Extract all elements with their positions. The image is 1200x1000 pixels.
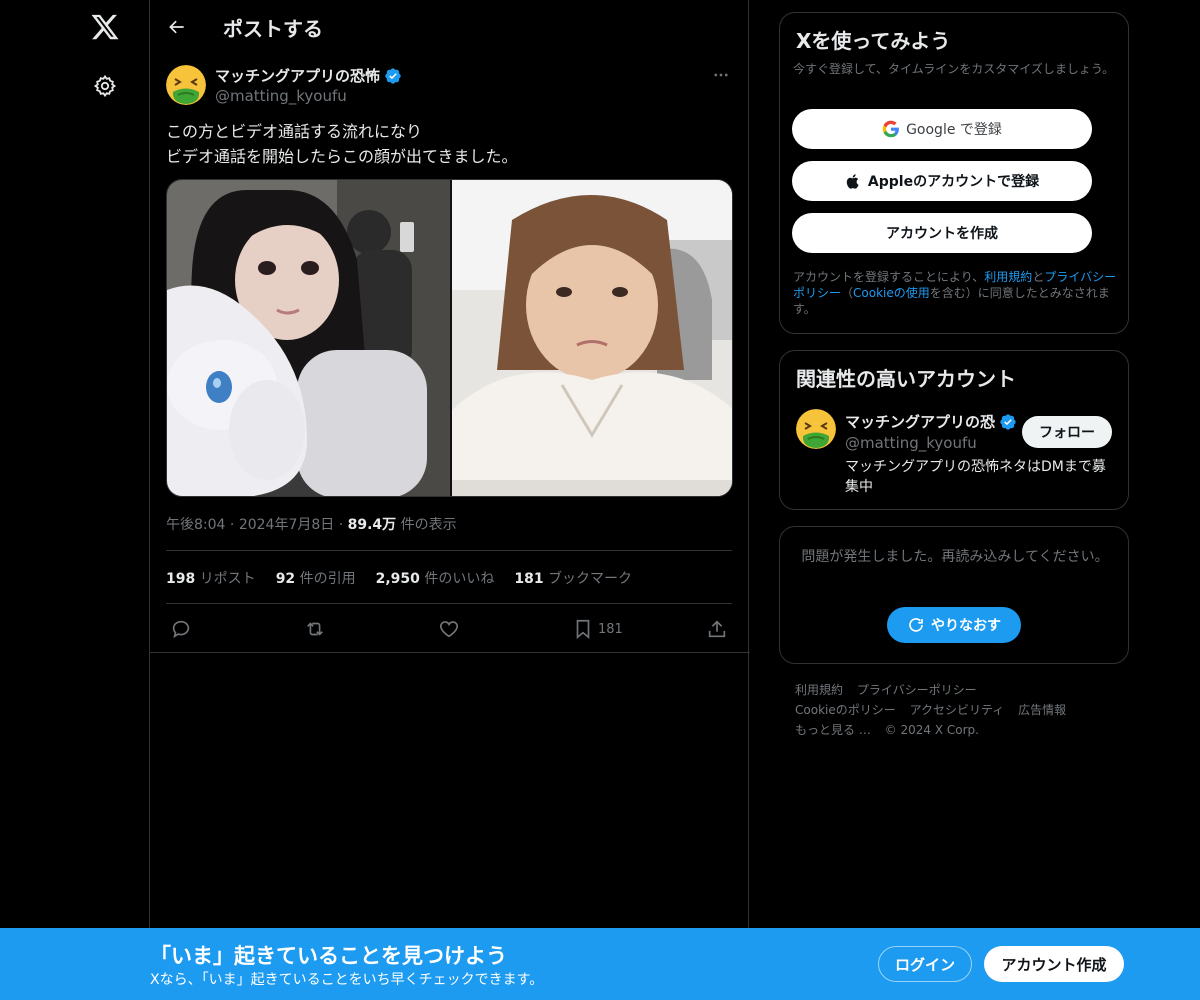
bookmark-count: 181 [598, 621, 623, 637]
retry-label: やりなおす [931, 618, 1001, 634]
google-signup-button[interactable]: Google で登録 [792, 109, 1092, 149]
reply-button[interactable] [170, 617, 192, 641]
likes-label: 件のいいね [424, 571, 495, 587]
more-options-icon[interactable] [710, 65, 732, 85]
related-title: 関連性の高いアカウント [796, 367, 1016, 391]
bookmarks-label: ブックマーク [548, 571, 633, 587]
legal-prefix: アカウントを登録することにより、 [793, 270, 985, 284]
footer-links: 利用規約 プライバシーポリシー Cookieのポリシー アクセシビリティ 広告情… [795, 680, 1115, 740]
nauseated-face-icon [796, 409, 836, 449]
reply-icon [172, 620, 190, 639]
author-handle[interactable]: @matting_kyoufu [215, 87, 347, 105]
back-arrow-icon[interactable] [162, 12, 192, 42]
divider [166, 603, 732, 604]
related-account-bio: マッチングアプリの恐怖ネタはDMまで募集中 [845, 459, 1106, 495]
error-card: 問題が発生しました。再読み込みしてください。 やりなおす [779, 526, 1129, 664]
left-nav [60, 0, 150, 1000]
related-account-handle[interactable]: @matting_kyoufu [845, 434, 977, 452]
avatar[interactable] [796, 409, 836, 449]
bookmarks-stat[interactable]: 181 ブックマーク [514, 568, 632, 588]
apple-signup-label: Appleのアカウントで登録 [867, 174, 1040, 190]
post-text-line: この方とビデオ通話する流れになり [166, 122, 423, 141]
google-signup-label: Google で登録 [906, 122, 1002, 138]
heart-icon [439, 621, 459, 638]
page-title: ポストする [223, 17, 323, 41]
legal-paren: （ [841, 286, 854, 300]
bottom-banner: 「いま」起きていることを見つけよう Xなら、「いま」起きていることをいち早くチェ… [0, 928, 1200, 1000]
error-message: 問題が発生しました。再読み込みしてください。 [801, 549, 1109, 565]
post: マッチングアプリの恐怖 @matting_kyoufu この方とビデオ通話する流… [150, 53, 750, 653]
media-photo-right[interactable] [452, 180, 733, 497]
views-label: 件の表示 [400, 517, 457, 533]
reposts-count: 198 [166, 571, 196, 587]
banner-subtitle: Xなら、「いま」起きていることをいち早くチェックできます。 [150, 972, 544, 988]
like-button[interactable] [438, 617, 460, 641]
signup-card: Xを使ってみよう 今すぐ登録して、タイムラインをカスタマイズしましょう。 Goo… [779, 12, 1129, 334]
legal-and: と [1032, 270, 1045, 284]
divider [166, 550, 732, 551]
apple-logo-icon [846, 173, 859, 189]
post-meta: 午後8:04 · 2024年7月8日 · 89.4万 件の表示 [166, 514, 457, 534]
footer-link-ads[interactable]: 広告情報 [1018, 703, 1066, 717]
post-media[interactable] [166, 179, 733, 497]
media-photo-left[interactable] [167, 180, 450, 497]
bookmarks-count: 181 [514, 571, 544, 587]
google-logo-icon [882, 120, 899, 138]
footer-link-accessibility[interactable]: アクセシビリティ [910, 703, 1005, 717]
post-text-line: ビデオ通話を開始したらこの顔が出てきました。 [166, 147, 518, 166]
banner-title: 「いま」起きていることを見つけよう [150, 944, 507, 968]
x-logo-icon[interactable] [90, 12, 120, 42]
retry-button[interactable]: やりなおす [887, 607, 1021, 643]
post-time[interactable]: 午後8:04 [166, 517, 225, 533]
cookie-link[interactable]: Cookieの使用 [853, 286, 930, 300]
post-stats: 198 リポスト 92 件の引用 2,950 件のいいね 181 ブックマーク [166, 568, 632, 588]
share-button[interactable] [706, 617, 728, 641]
post-date[interactable]: 2024年7月8日 [239, 517, 334, 533]
page-header: ポストする [150, 0, 750, 53]
likes-count: 2,950 [375, 571, 420, 587]
related-name-text: マッチングアプリの恐 [845, 413, 996, 431]
reposts-label: リポスト [199, 571, 256, 587]
likes-stat[interactable]: 2,950 件のいいね [376, 568, 495, 588]
footer-link-privacy[interactable]: プライバシーポリシー [857, 683, 977, 697]
legal-text: アカウントを登録することにより、利用規約とプライバシーポリシー（Cookieの使… [793, 269, 1121, 317]
author-name-text: マッチングアプリの恐怖 [215, 67, 381, 85]
create-account-button[interactable]: アカウントを作成 [792, 213, 1092, 253]
terms-link[interactable]: 利用規約 [984, 270, 1032, 284]
post-text: この方とビデオ通話する流れになり ビデオ通話を開始したらこの顔が出てきました。 [166, 119, 726, 169]
refresh-icon [909, 618, 923, 632]
meta-separator: · [229, 517, 239, 533]
create-account-banner-button[interactable]: アカウント作成 [984, 946, 1124, 982]
related-account-name[interactable]: マッチングアプリの恐 [845, 411, 1017, 432]
nauseated-face-icon [166, 65, 206, 105]
gear-icon[interactable] [93, 74, 117, 98]
avatar[interactable] [166, 65, 206, 105]
footer-link-more[interactable]: もっと見る … [795, 723, 871, 737]
footer-link-cookie[interactable]: Cookieのポリシー [795, 703, 896, 717]
bookmark-icon [576, 619, 590, 640]
repost-icon [307, 622, 323, 636]
login-button[interactable]: ログイン [878, 946, 972, 982]
reposts-stat[interactable]: 198 リポスト [166, 568, 256, 588]
quotes-label: 件の引用 [299, 571, 356, 587]
meta-separator: · [338, 517, 348, 533]
author-name[interactable]: マッチングアプリの恐怖 [215, 65, 402, 86]
signup-title: Xを使ってみよう [796, 29, 951, 53]
verified-badge-icon [1000, 413, 1016, 430]
quotes-count: 92 [275, 571, 296, 587]
main-column: ポストする マッチングアプリの恐怖 @matting_kyoufu この方とビデ… [149, 0, 750, 1000]
post-actions: 181 [166, 617, 732, 643]
follow-button[interactable]: フォロー [1022, 416, 1112, 448]
related-accounts-card: 関連性の高いアカウント マッチングアプリの恐 @matting_kyoufu フ… [779, 350, 1129, 510]
copyright: © 2024 X Corp. [884, 723, 979, 737]
share-icon [708, 620, 726, 638]
repost-button[interactable] [304, 617, 326, 641]
quotes-stat[interactable]: 92 件の引用 [276, 568, 356, 588]
views-count: 89.4万 [347, 517, 397, 533]
signup-subtitle: 今すぐ登録して、タイムラインをカスタマイズしましょう。 [793, 62, 1115, 76]
verified-badge-icon [385, 67, 401, 84]
footer-link-terms[interactable]: 利用規約 [795, 683, 843, 697]
bookmark-button[interactable]: 181 [572, 617, 623, 641]
apple-signup-button[interactable]: Appleのアカウントで登録 [792, 161, 1092, 201]
